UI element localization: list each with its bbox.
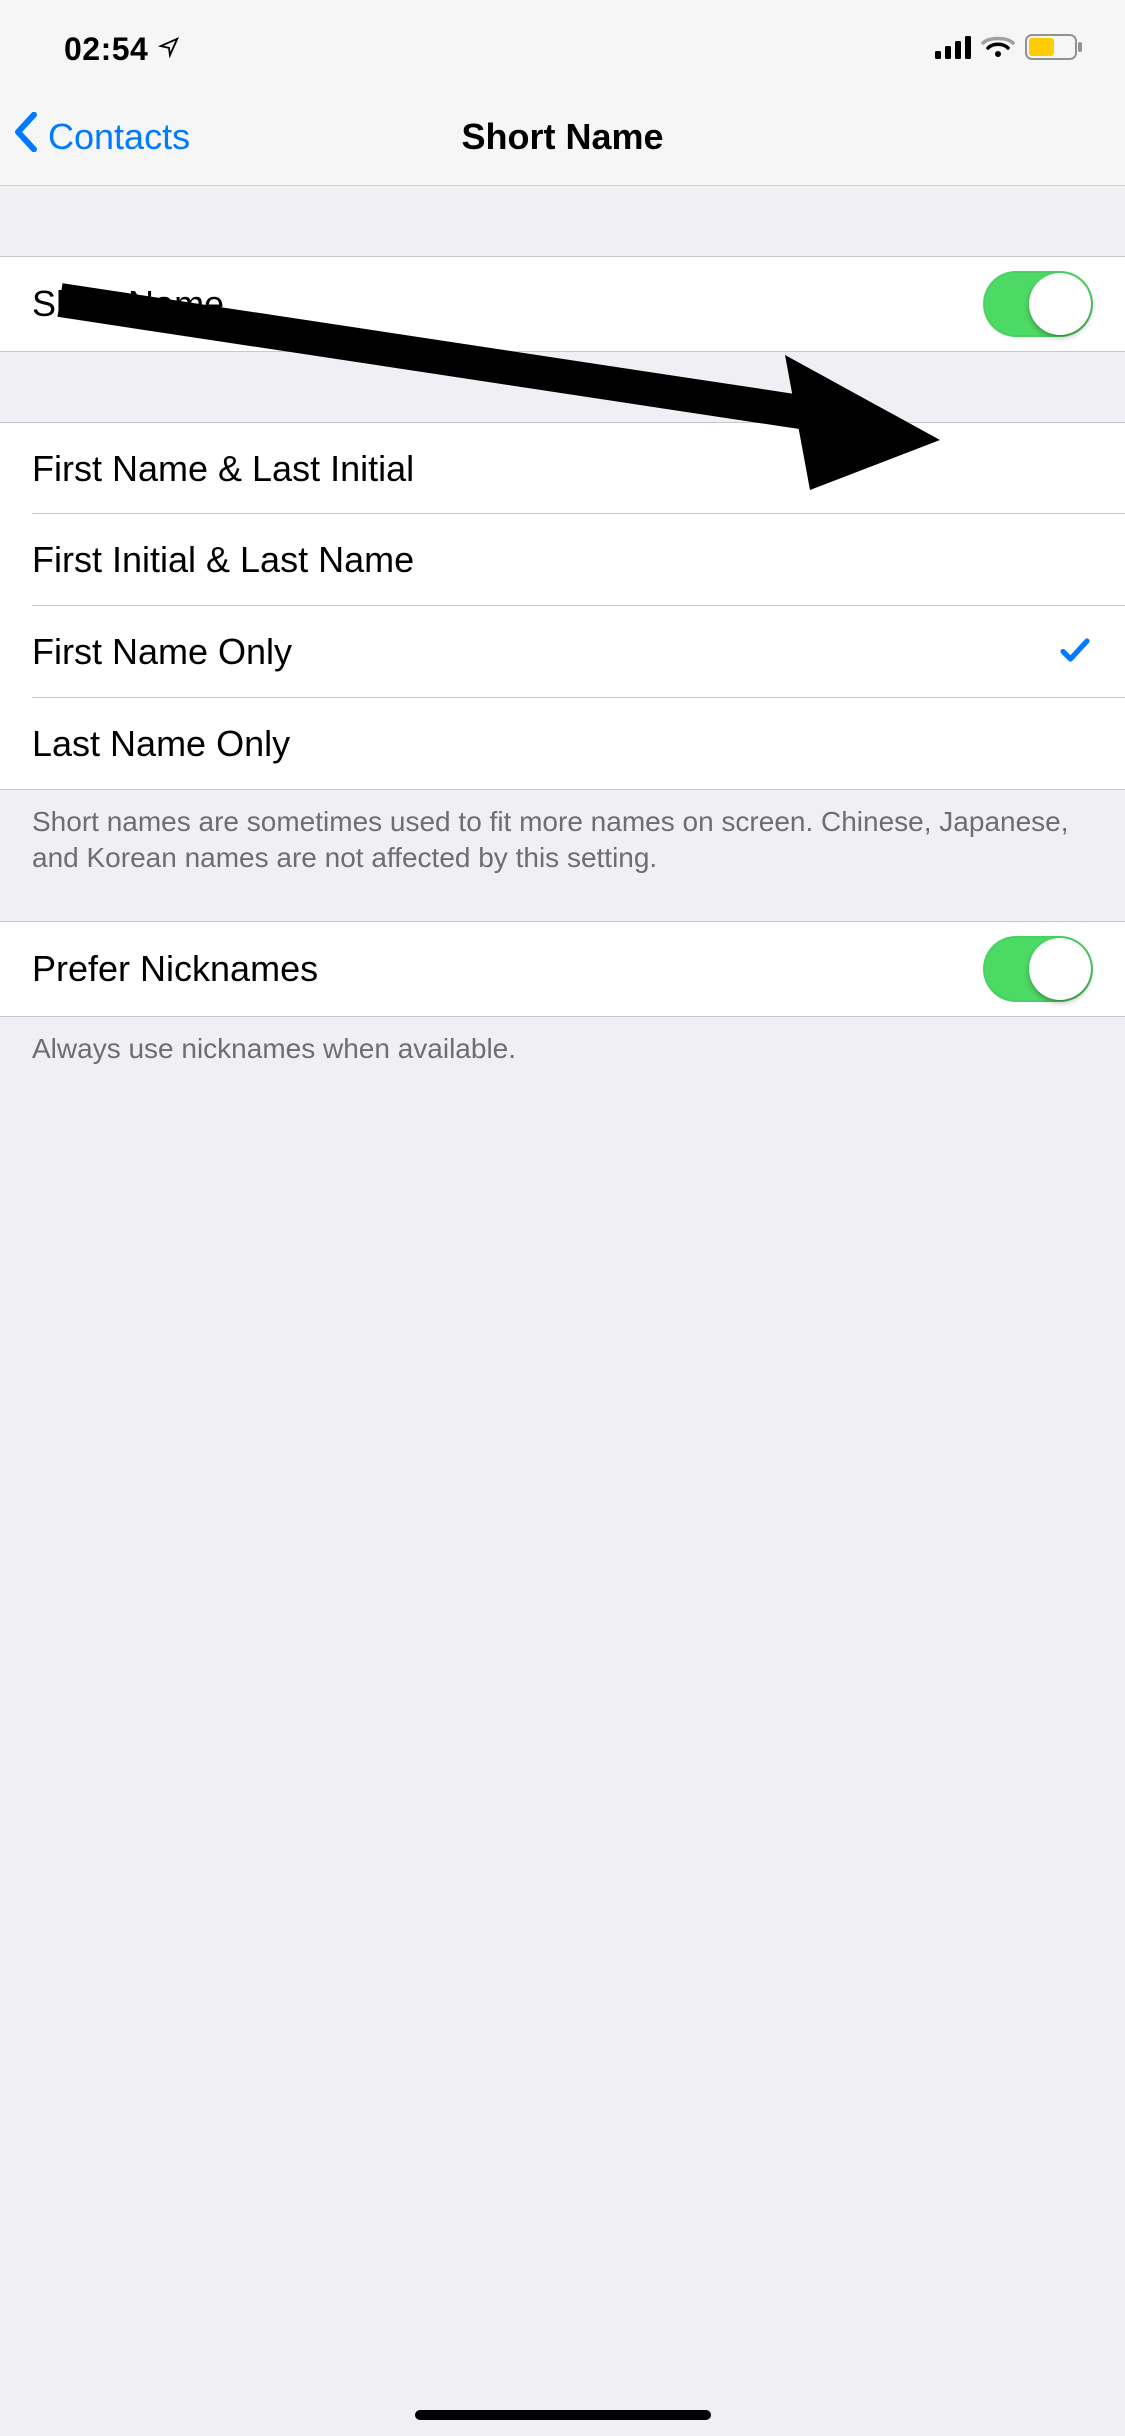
back-button[interactable]: Contacts [12,88,190,185]
switch-knob [1029,938,1091,1000]
group-separator [0,891,1125,921]
checkmark-icon [1057,632,1093,673]
option-label: Last Name Only [32,723,290,765]
status-right [935,34,1083,65]
short-name-switch[interactable] [983,271,1093,337]
page-title: Short Name [461,116,663,158]
option-label: First Initial & Last Name [32,539,414,581]
options-footer: Short names are sometimes used to fit mo… [0,790,1125,891]
short-name-toggle-cell: Short Name [0,256,1125,352]
prefer-nicknames-label: Prefer Nicknames [32,948,318,990]
battery-icon [1025,34,1083,65]
wifi-icon [981,35,1015,64]
option-label: First Name & Last Initial [32,448,414,490]
short-name-label: Short Name [32,283,224,325]
status-left: 02:54 [64,31,180,68]
option-first-name-last-initial[interactable]: First Name & Last Initial [0,422,1125,514]
option-first-initial-last-name[interactable]: First Initial & Last Name [0,514,1125,606]
location-icon [158,36,180,63]
cellular-signal-icon [935,35,971,64]
group-separator [0,186,1125,256]
option-label: First Name Only [32,631,292,673]
home-indicator [415,2410,711,2420]
prefer-nicknames-footer: Always use nicknames when available. [0,1017,1125,1081]
prefer-nicknames-switch[interactable] [983,936,1093,1002]
status-bar: 02:54 [0,0,1125,88]
chevron-left-icon [12,112,40,161]
option-last-name-only[interactable]: Last Name Only [0,698,1125,790]
back-label: Contacts [48,116,190,158]
group-separator [0,352,1125,422]
option-first-name-only[interactable]: First Name Only [0,606,1125,698]
nav-bar: Contacts Short Name [0,88,1125,186]
status-time: 02:54 [64,31,148,68]
switch-knob [1029,273,1091,335]
prefer-nicknames-cell: Prefer Nicknames [0,921,1125,1017]
